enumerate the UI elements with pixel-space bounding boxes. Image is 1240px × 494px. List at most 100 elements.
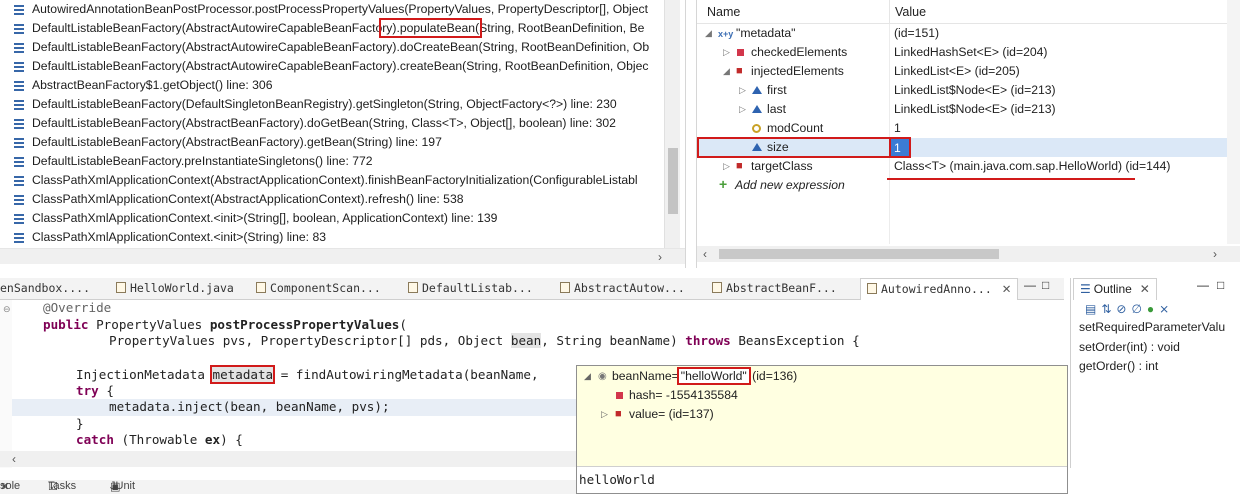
variables-vertical-scrollbar[interactable] — [1227, 0, 1240, 244]
class-file-icon — [560, 282, 570, 293]
expand-triangle-icon[interactable]: ▷ — [739, 81, 746, 100]
hide-nonpublic-icon[interactable]: ● — [1147, 302, 1159, 316]
popup-detail-pane[interactable]: helloWorld — [577, 466, 1067, 493]
sort-icon[interactable]: ⇅ — [1101, 302, 1116, 316]
stack-frame[interactable]: ClassPathXmlApplicationContext.<init>(St… — [0, 209, 664, 228]
stack-frame[interactable]: AutowiredAnnotationBeanPostProcessor.pos… — [0, 0, 664, 19]
class-file-icon — [408, 282, 418, 293]
stack-frame[interactable]: DefaultListableBeanFactory(AbstractBeanF… — [0, 133, 664, 152]
stack-frame[interactable]: AbstractBeanFactory$1.getObject() line: … — [0, 76, 664, 95]
stack-frame[interactable]: DefaultListableBeanFactory(AbstractAutow… — [0, 18, 664, 38]
column-name-header[interactable]: Name — [707, 5, 740, 19]
close-icon[interactable]: ✕ — [1002, 284, 1012, 296]
tab-abstractbeanfactory[interactable]: AbstractBeanF... — [712, 278, 837, 300]
collapse-triangle-icon[interactable]: ◢ — [705, 24, 712, 43]
code-token: BeansException { — [730, 333, 860, 348]
hide-static-icon[interactable]: ∅ — [1131, 302, 1146, 316]
expand-triangle-icon[interactable]: ▷ — [723, 157, 730, 176]
close-icon[interactable]: ✕ — [0, 480, 9, 493]
minimize-icon[interactable]: — — [1197, 278, 1209, 292]
variable-inspect-popup[interactable]: ◢ ◉ beanName= "helloWorld" (id=136) hash=… — [576, 365, 1068, 494]
maximize-icon[interactable]: □ — [1042, 278, 1049, 292]
add-new-expression-row[interactable]: + Add new expression — [697, 176, 1227, 195]
collapse-triangle-icon[interactable]: ◢ — [584, 367, 591, 386]
collapse-all-icon[interactable]: ▤ — [1085, 302, 1101, 316]
hide-fields-icon[interactable]: ⊘ — [1116, 302, 1131, 316]
variables-horizontal-scrollbar[interactable]: ‹ › — [697, 246, 1240, 262]
variable-row-first[interactable]: ▷ first LinkedList$Node<E> (id=213) — [697, 81, 1227, 100]
outline-toolbar: ▤⇅⊘∅●⨯ — [1085, 302, 1174, 316]
scroll-left-icon[interactable]: ‹ — [12, 452, 16, 466]
outline-item[interactable]: setOrder(int) : void — [1079, 340, 1180, 354]
code-token: } — [76, 416, 84, 431]
code-token: (Throwable — [113, 432, 205, 447]
final-field-icon: ■ — [736, 160, 743, 172]
variable-value: LinkedHashSet<E> (id=204) — [894, 45, 1048, 59]
scroll-thumb[interactable] — [719, 249, 999, 259]
variable-row-targetClass[interactable]: ▷ ■ targetClass Class<T> (main.java.com.… — [697, 157, 1227, 176]
expand-triangle-icon[interactable]: ▷ — [601, 405, 608, 424]
tab-autowiredannotation[interactable]: AutowiredAnno... ✕ — [860, 278, 1019, 300]
outline-panel: ☰ Outline ✕ — □ ▤⇅⊘∅●⨯ setRequiredParamete… — [1070, 278, 1240, 468]
tab-label: Outline — [1093, 282, 1132, 296]
stack-frame[interactable]: DefaultListableBeanFactory(AbstractBeanF… — [0, 114, 664, 133]
variable-row-size[interactable]: size 1 — [697, 137, 1227, 158]
fold-marker-icon[interactable]: ⊖ — [3, 304, 11, 315]
column-divider[interactable] — [889, 0, 890, 24]
tab-outline[interactable]: ☰ Outline ✕ — [1073, 278, 1157, 300]
variable-row-metadata[interactable]: ◢ x+y "metadata" (id=151) — [697, 24, 1227, 43]
stack-frame-label: DefaultListableBeanFactory(AbstractAutow… — [32, 40, 650, 54]
stack-frame[interactable]: ClassPathXmlApplicationContext(AbstractA… — [0, 171, 664, 190]
stack-frame-label: ClassPathXmlApplicationContext.<init>(St… — [32, 211, 498, 225]
final-field-icon: ■ — [615, 408, 622, 420]
popup-hash-label: hash= -1554135584 — [629, 388, 738, 402]
scroll-right-icon[interactable]: › — [658, 250, 662, 264]
code-token: , String beanName) — [541, 333, 686, 348]
stack-frame-icon — [14, 214, 24, 224]
tab-componentscan[interactable]: ComponentScan... — [256, 278, 381, 300]
keyword-token: try — [76, 383, 99, 398]
stack-frame[interactable]: DefaultListableBeanFactory(AbstractAutow… — [0, 57, 664, 76]
variable-row-modCount[interactable]: modCount 1 — [697, 119, 1227, 138]
stack-frame[interactable]: DefaultListableBeanFactory(AbstractAutow… — [0, 38, 664, 57]
tab-label: AutowiredAnno... — [881, 282, 992, 296]
tab-label: DefaultListab... — [422, 281, 533, 295]
scroll-right-icon[interactable]: › — [1213, 247, 1217, 261]
hide-local-types-icon[interactable]: ⨯ — [1159, 302, 1174, 316]
tab-defaultlistable[interactable]: DefaultListab... — [408, 278, 533, 300]
minimize-icon[interactable]: — — [1024, 278, 1036, 292]
editor-gutter[interactable] — [0, 300, 12, 468]
stack-frame-icon — [14, 138, 24, 148]
stack-frame-label: ClassPathXmlApplicationContext.<init>(St… — [32, 230, 326, 244]
stack-frame[interactable]: DefaultListableBeanFactory.preInstantiat… — [0, 152, 664, 171]
tab-label: Tasks — [48, 480, 77, 492]
code-line: public PropertyValues postProcessPropert… — [43, 317, 407, 333]
final-field-icon: ■ — [736, 65, 743, 77]
column-value-header[interactable]: Value — [895, 5, 926, 19]
expand-triangle-icon[interactable]: ▷ — [739, 100, 746, 119]
stack-frame[interactable]: ClassPathXmlApplicationContext(AbstractA… — [0, 190, 664, 209]
tab-abstractautowire[interactable]: AbstractAutow... — [560, 278, 685, 300]
stack-horizontal-scrollbar[interactable]: › — [0, 248, 685, 264]
variables-panel: Name Value ◢ x+y "metadata" (id=151) ▷ c… — [696, 0, 1240, 268]
add-icon: + — [719, 176, 728, 192]
variable-row-injectedElements[interactable]: ◢ ■ injectedElements LinkedList<E> (id=2… — [697, 62, 1227, 81]
popup-root-prefix: beanName= — [612, 369, 679, 383]
stack-frame[interactable]: DefaultListableBeanFactory(DefaultSingle… — [0, 95, 664, 114]
variable-row-checkedElements[interactable]: ▷ checkedElements LinkedHashSet<E> (id=2… — [697, 43, 1227, 62]
tab-helloworld[interactable]: HelloWorld.java — [116, 278, 234, 300]
tab-sandbox[interactable]: enSandbox.... — [0, 278, 90, 300]
close-icon[interactable]: ✕ — [1140, 282, 1150, 296]
scroll-thumb[interactable] — [668, 148, 678, 214]
variable-row-last[interactable]: ▷ last LinkedList$Node<E> (id=213) — [697, 100, 1227, 119]
collapse-triangle-icon[interactable]: ◢ — [723, 62, 730, 81]
stack-frame[interactable]: ClassPathXmlApplicationContext.<init>(St… — [0, 228, 664, 247]
maximize-icon[interactable]: □ — [1217, 278, 1224, 292]
editor-horizontal-scrollbar[interactable]: ‹ — [0, 451, 576, 467]
stack-vertical-scrollbar[interactable] — [664, 0, 680, 248]
scroll-left-icon[interactable]: ‹ — [703, 247, 707, 261]
outline-item[interactable]: setRequiredParameterValu — [1079, 320, 1225, 334]
outline-item[interactable]: getOrder() : int — [1079, 359, 1158, 373]
expand-triangle-icon[interactable]: ▷ — [723, 43, 730, 62]
stack-frame-label: DefaultListableBeanFactory(AbstractBeanF… — [32, 116, 616, 130]
